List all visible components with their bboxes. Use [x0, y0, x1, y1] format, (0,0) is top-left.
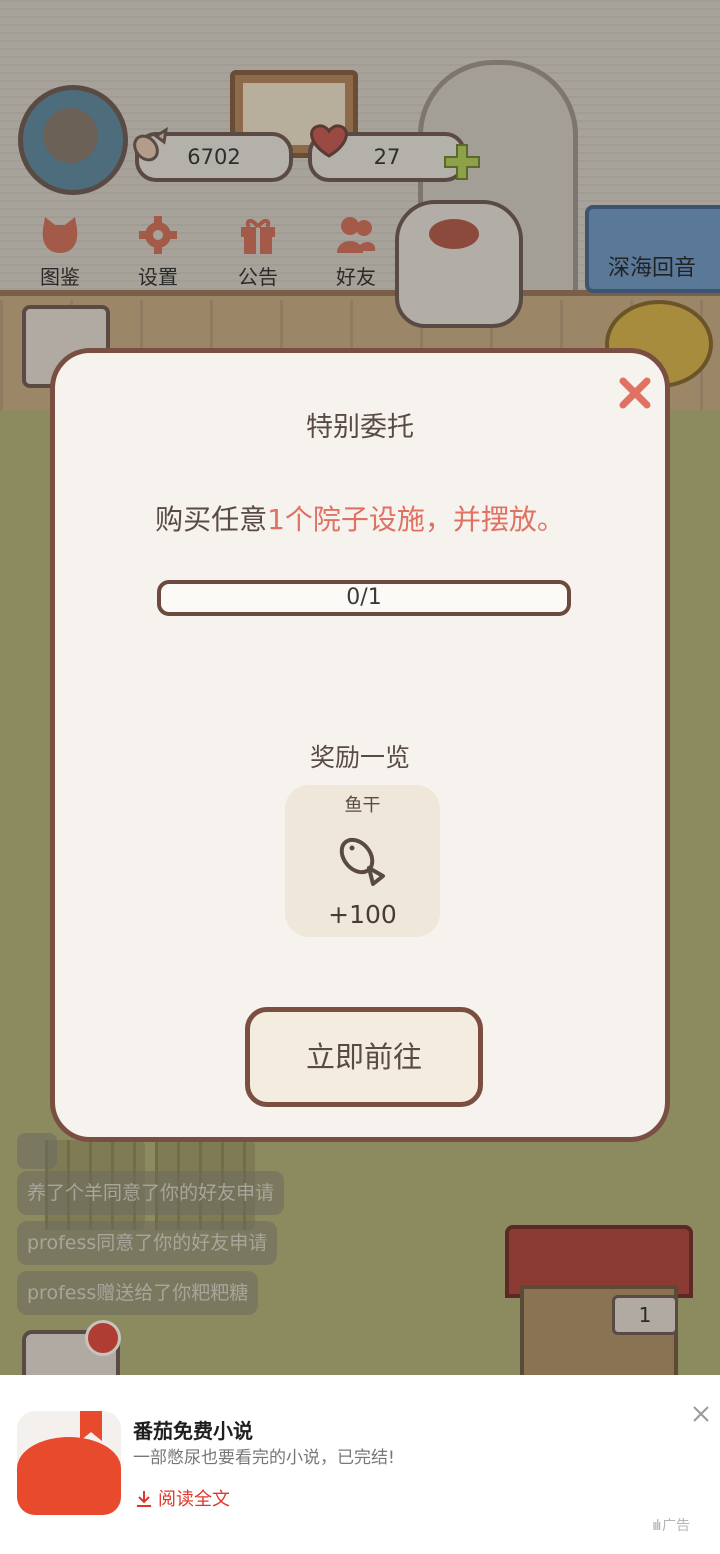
ad-banner[interactable]: 番茄免费小说 一部憋尿也要看完的小说，已完结! 阅读全文 ıılı 广告: [0, 1375, 720, 1554]
player-avatar[interactable]: [18, 85, 128, 195]
task-progress-bar: 0/1: [157, 580, 571, 616]
reward-card: 鱼干 +100: [285, 785, 440, 937]
reward-amount: +100: [328, 900, 397, 929]
heart-icon: [310, 124, 348, 158]
menu-item-collection[interactable]: 图鉴: [30, 215, 90, 290]
progress-text: 0/1: [346, 585, 382, 610]
menu-item-settings[interactable]: 设置: [128, 215, 188, 290]
special-commission-dialog: 特别委托 购买任意1个院子设施，并摆放。 0/1 奖励一览 鱼干 +100 立即…: [50, 348, 670, 1142]
task-prefix: 购买任意: [155, 503, 268, 536]
cat-character[interactable]: [395, 200, 523, 328]
cat-face-icon: [42, 217, 78, 253]
friends-icon: [337, 217, 376, 253]
menu-label-friends: 好友: [336, 265, 376, 289]
dialog-title: 特别委托: [306, 412, 414, 443]
add-heart-icon[interactable]: [443, 143, 481, 181]
fish-icon: [339, 837, 385, 886]
menu-item-notice[interactable]: 公告: [228, 215, 288, 290]
download-icon: [137, 1491, 151, 1507]
feed-toggle-button[interactable]: [17, 1133, 57, 1169]
gear-icon: [139, 216, 177, 254]
heart-count: 27: [373, 145, 401, 169]
go-now-button[interactable]: 立即前往: [245, 1007, 483, 1107]
task-highlight: 1个院子设施，并摆放。: [267, 503, 565, 536]
feed-message: profess赠送给了你粑粑糖: [17, 1271, 259, 1315]
fish-icon: [133, 127, 169, 162]
ad-tag: ıılı 广告: [652, 1518, 691, 1534]
menu-label-settings: 设置: [138, 265, 178, 289]
close-icon[interactable]: [615, 373, 655, 413]
feed-message: 养了个羊同意了你的好友申请: [17, 1171, 285, 1215]
notification-dot: [85, 1320, 121, 1356]
close-icon[interactable]: [690, 1403, 712, 1425]
ad-description: 一部憋尿也要看完的小说，已完结!: [133, 1448, 395, 1468]
app-logo[interactable]: [17, 1411, 121, 1515]
reward-name: 鱼干: [344, 795, 381, 816]
menu-item-friends[interactable]: 好友: [326, 215, 386, 290]
house-counter: 1: [612, 1295, 678, 1335]
task-description: 购买任意1个院子设施，并摆放。: [55, 498, 665, 538]
menu-label-notice: 公告: [238, 265, 278, 289]
fish-count: 6702: [187, 145, 241, 169]
event-sign-label: 深海回音: [608, 256, 697, 281]
menu-label-collection: 图鉴: [40, 265, 80, 289]
read-full-button[interactable]: 阅读全文: [136, 1485, 230, 1511]
feed-message: profess同意了你的好友申请: [17, 1221, 278, 1265]
read-full-label: 阅读全文: [158, 1489, 230, 1510]
rewards-title: 奖励一览: [309, 743, 410, 772]
ad-title: 番茄免费小说: [133, 1419, 253, 1443]
gift-icon: [241, 219, 275, 254]
